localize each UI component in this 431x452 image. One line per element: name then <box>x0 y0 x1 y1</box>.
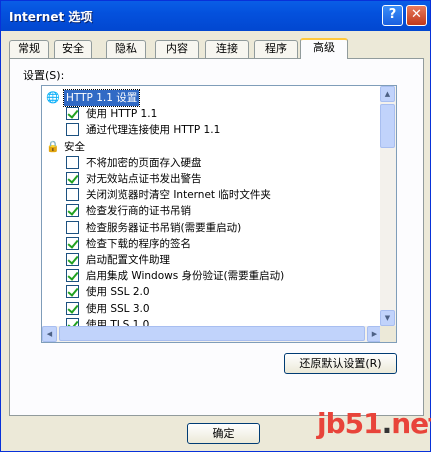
lock-icon: 🔒 <box>46 139 60 153</box>
horizontal-scrollbar[interactable]: ◀ ▶ <box>42 326 382 342</box>
ok-button[interactable]: 确定 <box>187 423 260 444</box>
settings-option[interactable]: 使用 SSL 3.0 <box>42 301 380 317</box>
settings-option[interactable]: 对无效站点证书发出警告 <box>42 171 380 187</box>
settings-item-label: 检查发行商的证书吊销 <box>86 205 191 218</box>
watermark-tld: net <box>391 407 431 440</box>
option-checkbox[interactable] <box>66 107 79 121</box>
settings-item-label: 启动配置文件助理 <box>86 254 170 266</box>
option-checkbox[interactable] <box>66 123 79 137</box>
option-checkbox[interactable] <box>66 301 79 315</box>
internet-options-dialog: Internet 选项 ? ✕ 常规 安全 隐私 内容 连接 程序 高级 设置(… <box>0 0 431 452</box>
horizontal-scroll-thumb[interactable] <box>59 326 365 341</box>
option-checkbox[interactable] <box>66 269 79 283</box>
settings-item-label: 不将加密的页面存入硬盘 <box>86 156 202 169</box>
settings-item-label: 通过代理连接使用 HTTP 1.1 <box>86 124 221 137</box>
watermark-main: jb51 <box>317 407 383 440</box>
tab-general[interactable]: 常规 <box>9 40 49 58</box>
option-checkbox[interactable] <box>66 155 79 169</box>
settings-group[interactable]: 🌐 HTTP 1.1 设置 <box>42 89 380 107</box>
vertical-scrollbar[interactable]: ▲ ▼ <box>380 86 396 326</box>
option-checkbox[interactable] <box>66 253 79 266</box>
settings-item-label: 使用 HTTP 1.1 <box>86 108 158 121</box>
tab-privacy[interactable]: 隐私 <box>106 40 146 58</box>
settings-item-label: 使用 SSL 3.0 <box>86 302 150 315</box>
settings-option[interactable]: 检查服务器证书吊销(需要重启动) <box>42 220 380 236</box>
vertical-scroll-thumb[interactable] <box>380 104 395 148</box>
settings-item-label: 安全 <box>64 140 85 153</box>
scroll-down-button[interactable]: ▼ <box>380 310 395 326</box>
settings-item-label: 检查服务器证书吊销(需要重启动) <box>86 221 242 234</box>
settings-tree-list[interactable]: 🌐 HTTP 1.1 设置 使用 HTTP 1.1 通过代理连接使用 HTTP 1.1… <box>41 85 397 343</box>
option-checkbox[interactable] <box>66 285 79 299</box>
settings-item-label: HTTP 1.1 设置 <box>62 89 141 107</box>
option-checkbox[interactable] <box>66 204 79 218</box>
site-watermark: jb51.net <box>317 407 431 440</box>
option-checkbox[interactable] <box>66 172 79 185</box>
settings-item-label: 关闭浏览器时清空 Internet 临时文件夹 <box>86 189 271 202</box>
settings-item-label: 检查下载的程序的签名 <box>86 237 191 250</box>
settings-option[interactable]: 检查发行商的证书吊销 <box>42 203 380 219</box>
tab-content[interactable]: 内容 <box>155 40 199 58</box>
tab-security[interactable]: 安全 <box>54 40 92 58</box>
scroll-left-button[interactable]: ◀ <box>42 326 57 342</box>
settings-option[interactable]: 检查下载的程序的签名 <box>42 236 380 252</box>
settings-option[interactable]: 关闭浏览器时清空 Internet 临时文件夹 <box>42 187 380 203</box>
scrollbar-corner <box>380 326 396 342</box>
option-checkbox[interactable] <box>66 188 79 202</box>
settings-item-label: 对无效站点证书发出警告 <box>86 173 202 185</box>
settings-option[interactable]: 启用集成 Windows 身份验证(需要重启动) <box>42 268 380 284</box>
watermark-dot: . <box>381 407 393 440</box>
option-checkbox[interactable] <box>66 236 79 250</box>
close-button[interactable]: ✕ <box>406 5 427 26</box>
help-button[interactable]: ? <box>382 5 403 26</box>
settings-option[interactable]: 使用 HTTP 1.1 <box>42 106 380 122</box>
window-title: Internet 选项 <box>9 10 93 24</box>
settings-item-label: 启用集成 Windows 身份验证(需要重启动) <box>86 270 285 283</box>
tab-connections[interactable]: 连接 <box>205 40 249 58</box>
settings-option[interactable]: 启动配置文件助理 <box>42 252 380 268</box>
settings-label: 设置(S): <box>23 69 65 82</box>
settings-item-label: 使用 SSL 2.0 <box>86 286 150 299</box>
restore-defaults-button[interactable]: 还原默认设置(R) <box>284 353 397 374</box>
settings-option[interactable]: 通过代理连接使用 HTTP 1.1 <box>42 122 380 138</box>
settings-option[interactable]: 使用 SSL 2.0 <box>42 284 380 300</box>
title-bar[interactable]: Internet 选项 ? ✕ <box>1 1 430 31</box>
scroll-up-button[interactable]: ▲ <box>380 86 395 102</box>
tab-programs[interactable]: 程序 <box>254 40 298 58</box>
globe-icon: 🌐 <box>46 91 60 104</box>
option-checkbox[interactable] <box>66 220 79 234</box>
tab-advanced[interactable]: 高级 <box>300 38 348 59</box>
settings-option[interactable]: 不将加密的页面存入硬盘 <box>42 155 380 171</box>
settings-group[interactable]: 🔒 安全 <box>42 139 380 155</box>
